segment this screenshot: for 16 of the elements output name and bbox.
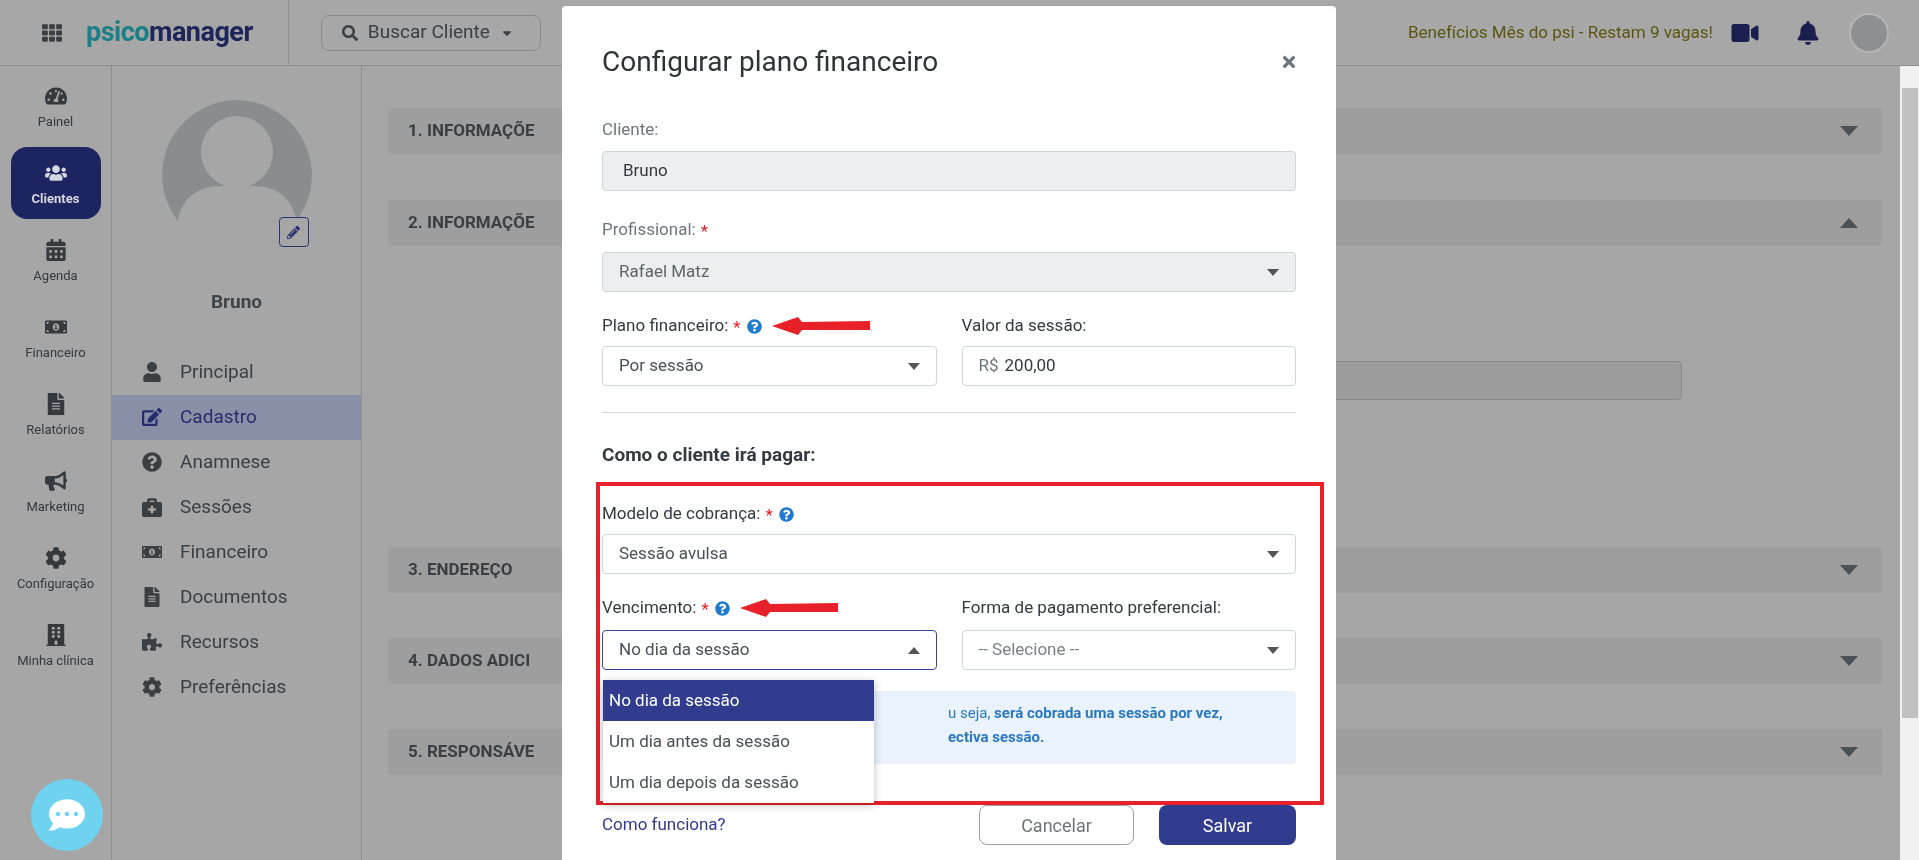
field-label: Cliente: xyxy=(602,118,659,142)
field-label: Vencimento: xyxy=(602,596,697,620)
required-mark: * xyxy=(733,319,741,333)
field-label: Plano financeiro: xyxy=(602,314,729,338)
field-label: Profissional: xyxy=(602,218,696,242)
required-mark: * xyxy=(701,601,709,615)
modal-title: Configurar plano financeiro xyxy=(602,44,939,80)
field-label: Forma de pagamento preferencial: xyxy=(961,596,1221,620)
required-mark: * xyxy=(700,223,709,237)
client-name: Bruno xyxy=(209,289,264,315)
field-label: Modelo de cobrança: xyxy=(602,502,761,526)
required-mark: * xyxy=(765,507,773,521)
info-text: ectiva sessão. xyxy=(948,727,1046,747)
field-label: Valor da sessão: xyxy=(961,314,1087,338)
info-text: u seja, será cobrada uma sessão por vez, xyxy=(948,703,1224,723)
section-heading: Como o cliente irá pagar: xyxy=(602,443,817,467)
